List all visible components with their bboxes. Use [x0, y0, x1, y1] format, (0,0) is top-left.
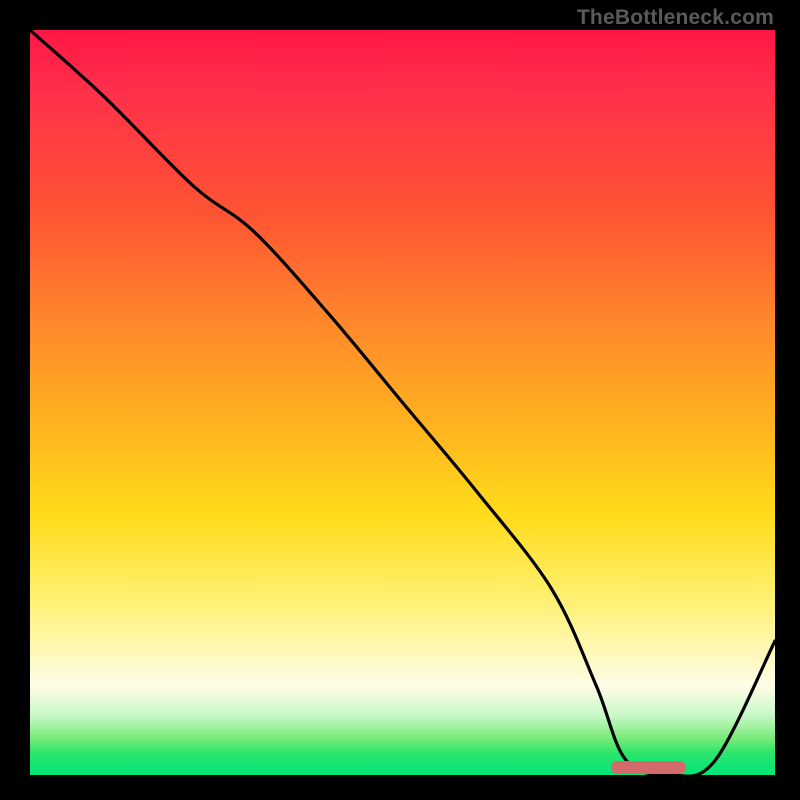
optimum-marker: [611, 761, 686, 774]
chart-container: TheBottleneck.com: [0, 0, 800, 800]
curve-layer: [30, 30, 775, 775]
watermark-text: TheBottleneck.com: [577, 6, 774, 30]
bottleneck-curve: [30, 30, 775, 775]
plot-area: [30, 30, 775, 775]
